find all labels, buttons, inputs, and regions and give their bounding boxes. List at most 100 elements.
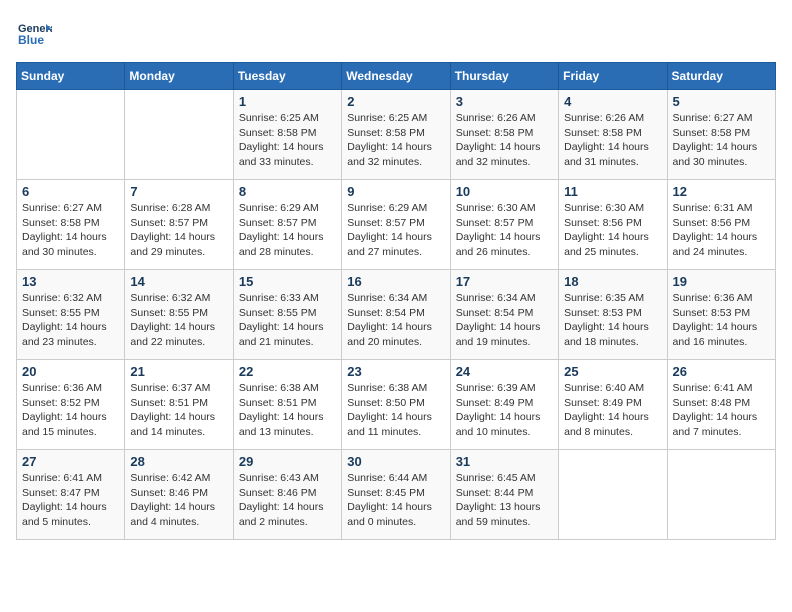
calendar-cell [559,450,667,540]
page-header: General Blue [16,16,776,52]
calendar-cell [17,90,125,180]
day-number: 8 [239,184,336,199]
day-number: 28 [130,454,227,469]
day-number: 3 [456,94,553,109]
calendar-week-4: 20 Sunrise: 6:36 AM Sunset: 8:52 PM Dayli… [17,360,776,450]
cell-info: Sunrise: 6:43 AM Sunset: 8:46 PM Dayligh… [239,471,336,530]
cell-info: Sunrise: 6:30 AM Sunset: 8:57 PM Dayligh… [456,201,553,260]
day-number: 25 [564,364,661,379]
cell-info: Sunrise: 6:26 AM Sunset: 8:58 PM Dayligh… [456,111,553,170]
cell-info: Sunrise: 6:29 AM Sunset: 8:57 PM Dayligh… [347,201,444,260]
cell-info: Sunrise: 6:45 AM Sunset: 8:44 PM Dayligh… [456,471,553,530]
cell-info: Sunrise: 6:25 AM Sunset: 8:58 PM Dayligh… [239,111,336,170]
day-number: 19 [673,274,770,289]
calendar-cell: 9 Sunrise: 6:29 AM Sunset: 8:57 PM Daylig… [342,180,450,270]
cell-info: Sunrise: 6:38 AM Sunset: 8:51 PM Dayligh… [239,381,336,440]
cell-info: Sunrise: 6:42 AM Sunset: 8:46 PM Dayligh… [130,471,227,530]
day-number: 20 [22,364,119,379]
day-number: 1 [239,94,336,109]
cell-info: Sunrise: 6:37 AM Sunset: 8:51 PM Dayligh… [130,381,227,440]
calendar-cell: 1 Sunrise: 6:25 AM Sunset: 8:58 PM Daylig… [233,90,341,180]
day-number: 10 [456,184,553,199]
calendar-cell: 20 Sunrise: 6:36 AM Sunset: 8:52 PM Dayli… [17,360,125,450]
svg-text:Blue: Blue [18,33,44,47]
weekday-header-thursday: Thursday [450,63,558,90]
weekday-header-sunday: Sunday [17,63,125,90]
calendar-cell: 25 Sunrise: 6:40 AM Sunset: 8:49 PM Dayli… [559,360,667,450]
day-number: 12 [673,184,770,199]
weekday-header-friday: Friday [559,63,667,90]
day-number: 15 [239,274,336,289]
calendar-week-5: 27 Sunrise: 6:41 AM Sunset: 8:47 PM Dayli… [17,450,776,540]
calendar-week-2: 6 Sunrise: 6:27 AM Sunset: 8:58 PM Daylig… [17,180,776,270]
calendar-cell: 18 Sunrise: 6:35 AM Sunset: 8:53 PM Dayli… [559,270,667,360]
cell-info: Sunrise: 6:28 AM Sunset: 8:57 PM Dayligh… [130,201,227,260]
calendar-cell: 16Sunrise: 6:34 AM Sunset: 8:54 PM Dayli… [342,270,450,360]
cell-info: Sunrise: 6:30 AM Sunset: 8:56 PM Dayligh… [564,201,661,260]
calendar-cell: 11 Sunrise: 6:30 AM Sunset: 8:56 PM Dayli… [559,180,667,270]
day-number: 5 [673,94,770,109]
cell-info: Sunrise: 6:36 AM Sunset: 8:53 PM Dayligh… [673,291,770,350]
cell-info: Sunrise: 6:35 AM Sunset: 8:53 PM Dayligh… [564,291,661,350]
day-number: 23 [347,364,444,379]
weekday-header-tuesday: Tuesday [233,63,341,90]
day-number: 30 [347,454,444,469]
calendar-cell: 23 Sunrise: 6:38 AM Sunset: 8:50 PM Dayli… [342,360,450,450]
day-number: 22 [239,364,336,379]
day-number: 18 [564,274,661,289]
day-number: 26 [673,364,770,379]
calendar-cell: 26Sunrise: 6:41 AM Sunset: 8:48 PM Dayli… [667,360,775,450]
day-number: 29 [239,454,336,469]
cell-info: Sunrise: 6:38 AM Sunset: 8:50 PM Dayligh… [347,381,444,440]
calendar-week-3: 13 Sunrise: 6:32 AM Sunset: 8:55 PM Dayli… [17,270,776,360]
day-number: 7 [130,184,227,199]
calendar-cell: 10 Sunrise: 6:30 AM Sunset: 8:57 PM Dayli… [450,180,558,270]
cell-info: Sunrise: 6:32 AM Sunset: 8:55 PM Dayligh… [22,291,119,350]
calendar-cell: 7 Sunrise: 6:28 AM Sunset: 8:57 PM Daylig… [125,180,233,270]
cell-info: Sunrise: 6:34 AM Sunset: 8:54 PM Dayligh… [347,291,444,350]
calendar-cell: 30 Sunrise: 6:44 AM Sunset: 8:45 PM Dayli… [342,450,450,540]
day-number: 31 [456,454,553,469]
calendar-cell: 15Sunrise: 6:33 AM Sunset: 8:55 PM Dayli… [233,270,341,360]
calendar-cell [125,90,233,180]
cell-info: Sunrise: 6:44 AM Sunset: 8:45 PM Dayligh… [347,471,444,530]
weekday-header-monday: Monday [125,63,233,90]
logo: General Blue [16,16,52,52]
calendar-week-1: 1 Sunrise: 6:25 AM Sunset: 8:58 PM Daylig… [17,90,776,180]
day-number: 17 [456,274,553,289]
day-number: 6 [22,184,119,199]
cell-info: Sunrise: 6:27 AM Sunset: 8:58 PM Dayligh… [22,201,119,260]
calendar-cell: 5 Sunrise: 6:27 AM Sunset: 8:58 PM Daylig… [667,90,775,180]
cell-info: Sunrise: 6:36 AM Sunset: 8:52 PM Dayligh… [22,381,119,440]
cell-info: Sunrise: 6:39 AM Sunset: 8:49 PM Dayligh… [456,381,553,440]
weekday-header-row: SundayMondayTuesdayWednesdayThursdayFrid… [17,63,776,90]
day-number: 13 [22,274,119,289]
day-number: 27 [22,454,119,469]
cell-info: Sunrise: 6:27 AM Sunset: 8:58 PM Dayligh… [673,111,770,170]
calendar-cell: 6 Sunrise: 6:27 AM Sunset: 8:58 PM Daylig… [17,180,125,270]
calendar-cell: 4Sunrise: 6:26 AM Sunset: 8:58 PM Daylig… [559,90,667,180]
day-number: 2 [347,94,444,109]
calendar-cell: 8Sunrise: 6:29 AM Sunset: 8:57 PM Daylig… [233,180,341,270]
calendar-cell: 17Sunrise: 6:34 AM Sunset: 8:54 PM Dayli… [450,270,558,360]
cell-info: Sunrise: 6:41 AM Sunset: 8:47 PM Dayligh… [22,471,119,530]
logo-icon: General Blue [16,16,52,52]
calendar-cell: 28 Sunrise: 6:42 AM Sunset: 8:46 PM Dayli… [125,450,233,540]
calendar-cell: 27 Sunrise: 6:41 AM Sunset: 8:47 PM Dayli… [17,450,125,540]
calendar-cell: 13 Sunrise: 6:32 AM Sunset: 8:55 PM Dayli… [17,270,125,360]
cell-info: Sunrise: 6:26 AM Sunset: 8:58 PM Dayligh… [564,111,661,170]
day-number: 14 [130,274,227,289]
cell-info: Sunrise: 6:40 AM Sunset: 8:49 PM Dayligh… [564,381,661,440]
weekday-header-saturday: Saturday [667,63,775,90]
day-number: 9 [347,184,444,199]
calendar-cell: 29 Sunrise: 6:43 AM Sunset: 8:46 PM Dayli… [233,450,341,540]
cell-info: Sunrise: 6:32 AM Sunset: 8:55 PM Dayligh… [130,291,227,350]
cell-info: Sunrise: 6:25 AM Sunset: 8:58 PM Dayligh… [347,111,444,170]
calendar-cell: 12 Sunrise: 6:31 AM Sunset: 8:56 PM Dayli… [667,180,775,270]
calendar-cell: 24Sunrise: 6:39 AM Sunset: 8:49 PM Dayli… [450,360,558,450]
day-number: 11 [564,184,661,199]
cell-info: Sunrise: 6:31 AM Sunset: 8:56 PM Dayligh… [673,201,770,260]
calendar-cell: 14 Sunrise: 6:32 AM Sunset: 8:55 PM Dayli… [125,270,233,360]
calendar-cell: 21Sunrise: 6:37 AM Sunset: 8:51 PM Dayli… [125,360,233,450]
calendar-cell: 31 Sunrise: 6:45 AM Sunset: 8:44 PM Dayli… [450,450,558,540]
